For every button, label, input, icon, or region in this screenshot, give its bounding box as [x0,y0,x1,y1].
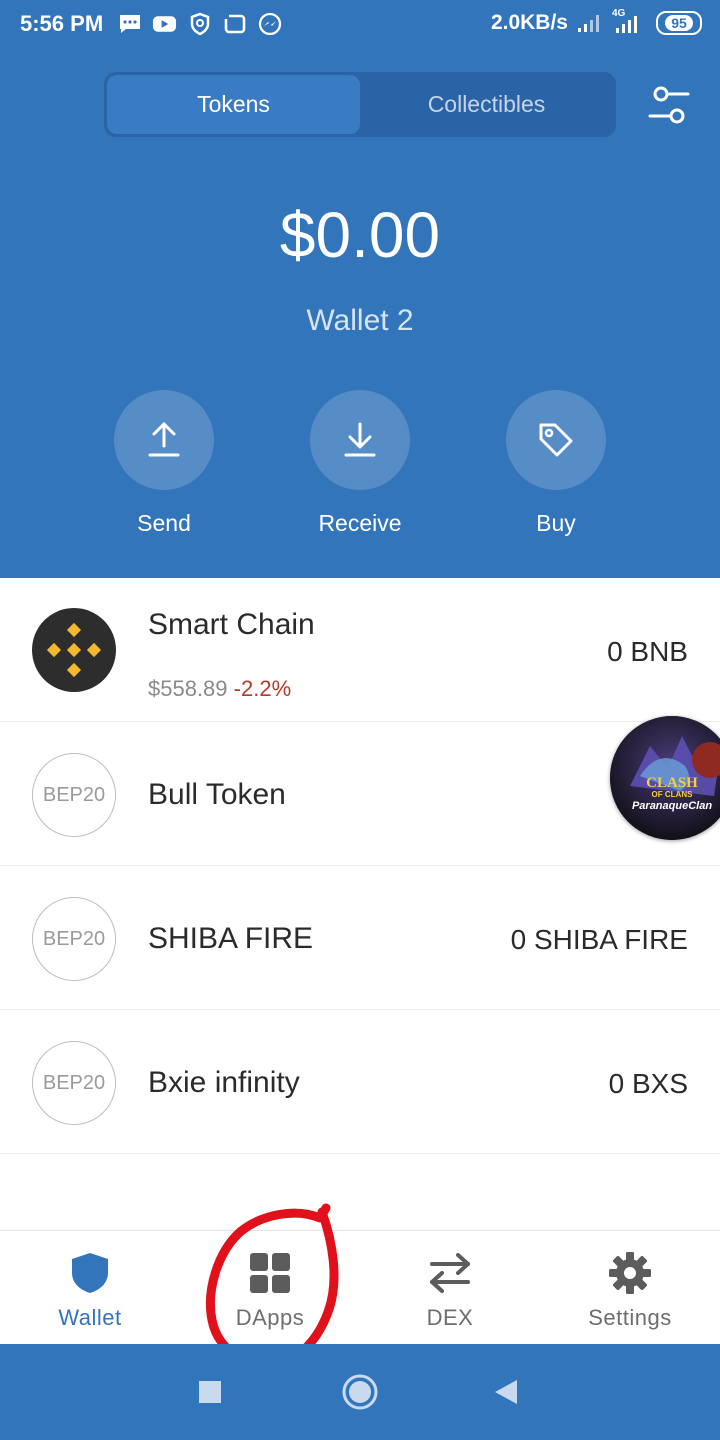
total-balance: $0.00 [279,199,441,271]
youtube-icon [152,12,177,36]
token-name: SHIBA FIRE [148,922,314,955]
token-amount: 0 BNB [607,636,688,667]
sliders-icon [648,86,690,124]
nav-dapps-label: DApps [235,1305,305,1330]
badge-line-2: OF CLANS [651,790,693,799]
receive-button[interactable]: Receive [290,390,430,537]
grid-icon [250,1253,290,1293]
badge-text: CLASH OF CLANS ParanaqueClan [610,776,720,812]
back-button[interactable] [486,1372,526,1412]
buy-circle[interactable] [506,390,606,490]
recents-button[interactable] [190,1372,230,1412]
badge-line-3: ParanaqueClan [631,800,713,812]
download-arrow-icon [344,422,376,457]
token-row-smart-chain[interactable]: Smart Chain $558.89 -2.2% 0 BNB [0,578,720,722]
notification-icons [117,12,282,36]
message-icon [117,12,142,36]
price-tag-icon [539,423,573,457]
bep20-token-icon: BEP20 [32,897,116,981]
token-name: Bull Token [148,778,286,811]
swap-arrows-icon [430,1253,470,1293]
signal-icon [578,15,599,32]
signal-4g-icon: 4G [612,8,648,36]
nav-wallet[interactable]: Wallet [0,1231,180,1345]
circle-home-icon [342,1374,378,1410]
app-notification-icon [222,12,247,36]
nav-dex-label: DEX [426,1305,474,1330]
token-price-row: $558.89 -2.2% [148,676,291,702]
status-right: 2.0KB/s 4G 95 [490,8,702,36]
token-price-change: -2.2% [233,676,292,701]
token-name: Bxie infinity [148,1066,300,1099]
send-circle[interactable] [114,390,214,490]
home-button[interactable] [340,1372,380,1412]
nav-dapps[interactable]: DApps [180,1231,360,1345]
nav-wallet-label: Wallet [58,1305,122,1330]
shield-icon [72,1253,108,1293]
square-icon [199,1381,221,1403]
system-navigation-bar [0,1344,720,1440]
token-name: Smart Chain [148,608,315,641]
bep20-token-icon: BEP20 [32,753,116,837]
token-row-shiba-fire[interactable]: BEP20 SHIBA FIRE 0 SHIBA FIRE [0,866,720,1010]
nav-settings[interactable]: Settings [540,1231,720,1345]
binance-logo-icon [32,608,116,692]
tab-switcher: Tokens Collectibles [104,72,616,137]
gear-icon [609,1252,651,1294]
status-bar: 5:56 PM 2.0KB/s 4G 95 [0,0,720,50]
send-button[interactable]: Send [94,390,234,537]
receive-label: Receive [318,510,402,536]
messenger-icon [257,12,282,36]
token-amount: 0 BXS [608,1068,688,1099]
bottom-navigation: Wallet DApps DEX Settings [0,1230,720,1344]
buy-button[interactable]: Buy [486,390,626,537]
battery-icon: 95 [656,11,702,35]
upload-arrow-icon [148,422,180,457]
receive-circle[interactable] [310,390,410,490]
token-price: $558.89 [148,676,228,701]
battery-level: 95 [665,15,693,31]
nav-dex[interactable]: DEX [360,1231,540,1345]
badge-line-1: CLASH [646,775,698,791]
wallet-name: Wallet 2 [306,304,414,337]
back-triangle-icon [495,1380,517,1404]
filter-settings-button[interactable] [646,82,692,128]
send-label: Send [137,510,191,536]
token-amount: 0 SHIBA FIRE [510,924,688,955]
shield-notification-icon [187,12,212,36]
tab-collectibles[interactable]: Collectibles [360,75,613,134]
nav-settings-label: Settings [588,1305,672,1330]
bep20-token-icon: BEP20 [32,1041,116,1125]
token-row-bxie-infinity[interactable]: BEP20 Bxie infinity 0 BXS [0,1010,720,1154]
network-speed: 2.0KB/s [490,11,568,34]
buy-label: Buy [536,510,576,536]
tab-tokens[interactable]: Tokens [107,75,360,134]
status-time: 5:56 PM [20,11,104,36]
